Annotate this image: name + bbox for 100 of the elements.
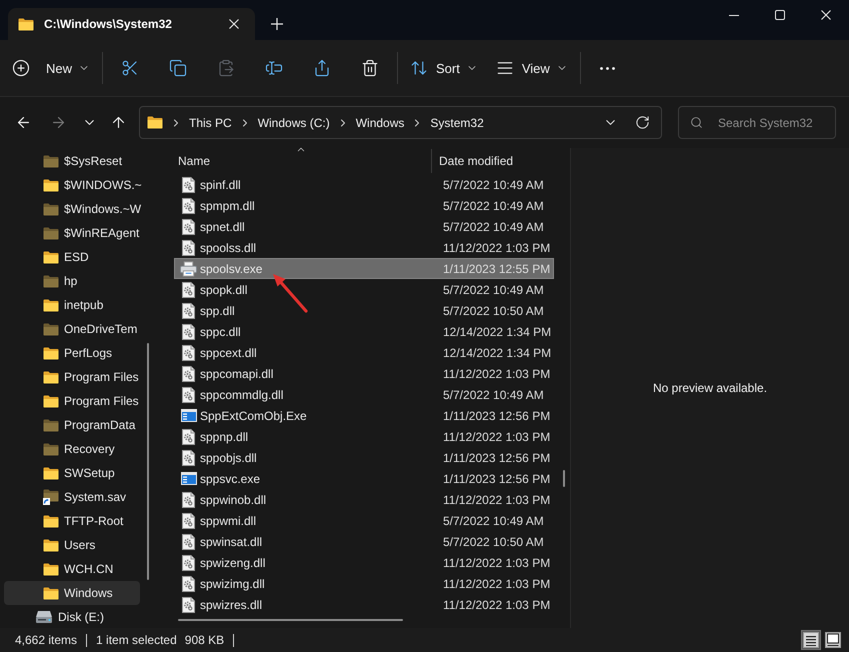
file-name: spwizres.dll: [200, 598, 264, 612]
file-name: spinf.dll: [200, 178, 242, 192]
share-icon: [313, 59, 332, 77]
file-row[interactable]: spopk.dll 5/7/2022 10:49 AM: [174, 279, 554, 300]
file-row[interactable]: sppc.dll 12/14/2022 1:34 PM: [174, 321, 554, 342]
date-modified: 5/7/2022 10:49 AM: [443, 388, 544, 402]
details-view-button[interactable]: [801, 630, 821, 650]
search-icon: [690, 116, 703, 129]
file-name: spopk.dll: [200, 282, 248, 296]
column-header[interactable]: Date modified: [432, 149, 562, 173]
file-row[interactable]: spoolss.dll 11/12/2022 1:03 PM: [174, 237, 554, 258]
file-row[interactable]: sppcomapi.dll 11/12/2022 1:03 PM: [174, 363, 554, 384]
gear-file-icon: [182, 302, 195, 318]
file-row[interactable]: SppExtComObj.Exe 1/11/2023 12:56 PM: [174, 405, 554, 426]
sidebar-item[interactable]: $Windows.~W: [4, 197, 140, 221]
file-name: sppcext.dll: [200, 346, 258, 360]
date-modified: 11/12/2022 1:03 PM: [443, 366, 550, 380]
file-name: spp.dll: [200, 304, 236, 318]
plus-icon: [271, 18, 283, 30]
sidebar-item[interactable]: Users: [4, 533, 140, 557]
sidebar-item[interactable]: OneDriveTem: [4, 317, 140, 341]
file-row[interactable]: spwinsat.dll 5/7/2022 10:50 AM: [174, 531, 554, 552]
gear-file-icon: [182, 512, 195, 528]
breadcrumb[interactable]: Windows: [356, 116, 404, 130]
file-row[interactable]: spwizimg.dll 11/12/2022 1:03 PM: [174, 573, 554, 594]
sidebar-item[interactable]: Program Files: [4, 365, 140, 389]
sidebar-item[interactable]: System.sav: [4, 485, 140, 509]
sidebar-item[interactable]: ESD: [4, 245, 140, 269]
gear-file-icon: [182, 492, 195, 508]
file-row[interactable]: sppsvc.exe 1/11/2023 12:56 PM: [174, 468, 554, 489]
file-name: sppobjs.dll: [200, 450, 258, 464]
column-header[interactable]: Name: [170, 149, 432, 173]
search-field[interactable]: Search System32: [678, 106, 836, 139]
file-name: sppwinob.dll: [200, 492, 268, 506]
sidebar-item[interactable]: Disk (E:): [4, 605, 140, 628]
file-row[interactable]: spnet.dll 5/7/2022 10:49 AM: [174, 216, 554, 237]
app-window-icon: [180, 409, 196, 422]
file-row[interactable]: sppwmi.dll 5/7/2022 10:49 AM: [174, 510, 554, 531]
sort-button[interactable]: Sort: [404, 50, 484, 86]
file-name: spmpm.dll: [200, 198, 256, 212]
address-bar[interactable]: This PC Windows (C:) Windows System32: [139, 106, 662, 139]
file-row[interactable]: spwizres.dll 11/12/2022 1:03 PM: [174, 594, 554, 615]
breadcrumb[interactable]: Windows (C:): [258, 116, 330, 130]
copy-icon: [169, 59, 188, 77]
file-name: spwizeng.dll: [200, 556, 266, 570]
sidebar-item[interactable]: Recovery: [4, 437, 140, 461]
printer-icon: [180, 260, 197, 276]
sidebar-item[interactable]: WCH.CN: [4, 557, 140, 581]
file-name: spnet.dll: [200, 220, 246, 234]
date-modified: 5/7/2022 10:50 AM: [443, 534, 544, 548]
sidebar-item[interactable]: $WINDOWS.~: [4, 173, 140, 197]
new-button[interactable]: New: [6, 50, 96, 86]
refresh-icon: [634, 115, 650, 130]
file-name: spoolsv.exe: [200, 262, 264, 276]
date-modified: 1/11/2023 12:56 PM: [443, 450, 550, 464]
more-icon: [600, 66, 616, 70]
sidebar-item[interactable]: PerfLogs: [4, 341, 140, 365]
sidebar-item[interactable]: Windows: [4, 581, 140, 605]
date-modified: 12/14/2022 1:34 PM: [443, 324, 552, 338]
sidebar-item[interactable]: inetpub: [4, 293, 140, 317]
tab-title: C:\Windows\System32: [44, 17, 173, 31]
scrollbar-thumb[interactable]: [563, 470, 565, 487]
file-name: spwizimg.dll: [200, 576, 266, 590]
date-modified: 5/7/2022 10:49 AM: [443, 514, 544, 528]
gear-file-icon: [182, 198, 195, 214]
breadcrumb[interactable]: System32: [430, 116, 484, 130]
scrollbar-thumb[interactable]: [147, 343, 149, 580]
date-modified: 11/12/2022 1:03 PM: [443, 430, 550, 444]
file-row[interactable]: sppcommdlg.dll 5/7/2022 10:49 AM: [174, 384, 554, 405]
app-window-icon: [180, 472, 196, 485]
file-row[interactable]: spwizeng.dll 11/12/2022 1:03 PM: [174, 552, 554, 573]
file-row[interactable]: sppobjs.dll 1/11/2023 12:56 PM: [174, 447, 554, 468]
selection-count: 1 item selected: [96, 633, 177, 647]
file-row[interactable]: sppwinob.dll 11/12/2022 1:03 PM: [174, 489, 554, 510]
sidebar-item[interactable]: $SysReset: [4, 149, 140, 173]
file-name: sppcommdlg.dll: [200, 388, 284, 402]
gear-file-icon: [182, 428, 195, 444]
sidebar-item[interactable]: hp: [4, 269, 140, 293]
file-row[interactable]: spmpm.dll 5/7/2022 10:49 AM: [174, 195, 554, 216]
sidebar-item[interactable]: Program Files: [4, 389, 140, 413]
clipboard-icon: [217, 59, 236, 77]
sidebar-item[interactable]: TFTP-Root: [4, 509, 140, 533]
tab[interactable]: C:\Windows\System32: [8, 8, 255, 40]
sidebar-item[interactable]: SWSetup: [4, 461, 140, 485]
close-icon: [229, 19, 239, 29]
date-modified: 11/12/2022 1:03 PM: [443, 492, 550, 506]
large-icons-view-button[interactable]: [823, 630, 843, 650]
scrollbar-thumb[interactable]: [178, 619, 403, 621]
file-row[interactable]: spoolsv.exe 1/11/2023 12:55 PM: [174, 258, 554, 279]
file-row[interactable]: sppcext.dll 12/14/2022 1:34 PM: [174, 342, 554, 363]
gear-file-icon: [182, 324, 195, 340]
sidebar-item[interactable]: ProgramData: [4, 413, 140, 437]
date-modified: 5/7/2022 10:49 AM: [443, 198, 544, 212]
file-row[interactable]: spinf.dll 5/7/2022 10:49 AM: [174, 174, 554, 195]
view-button[interactable]: View: [490, 50, 574, 86]
maximize-icon: [775, 10, 785, 20]
file-row[interactable]: sppnp.dll 11/12/2022 1:03 PM: [174, 426, 554, 447]
sidebar-item[interactable]: $WinREAgent: [4, 221, 140, 245]
file-row[interactable]: spp.dll 5/7/2022 10:50 AM: [174, 300, 554, 321]
breadcrumb[interactable]: This PC: [189, 116, 232, 130]
